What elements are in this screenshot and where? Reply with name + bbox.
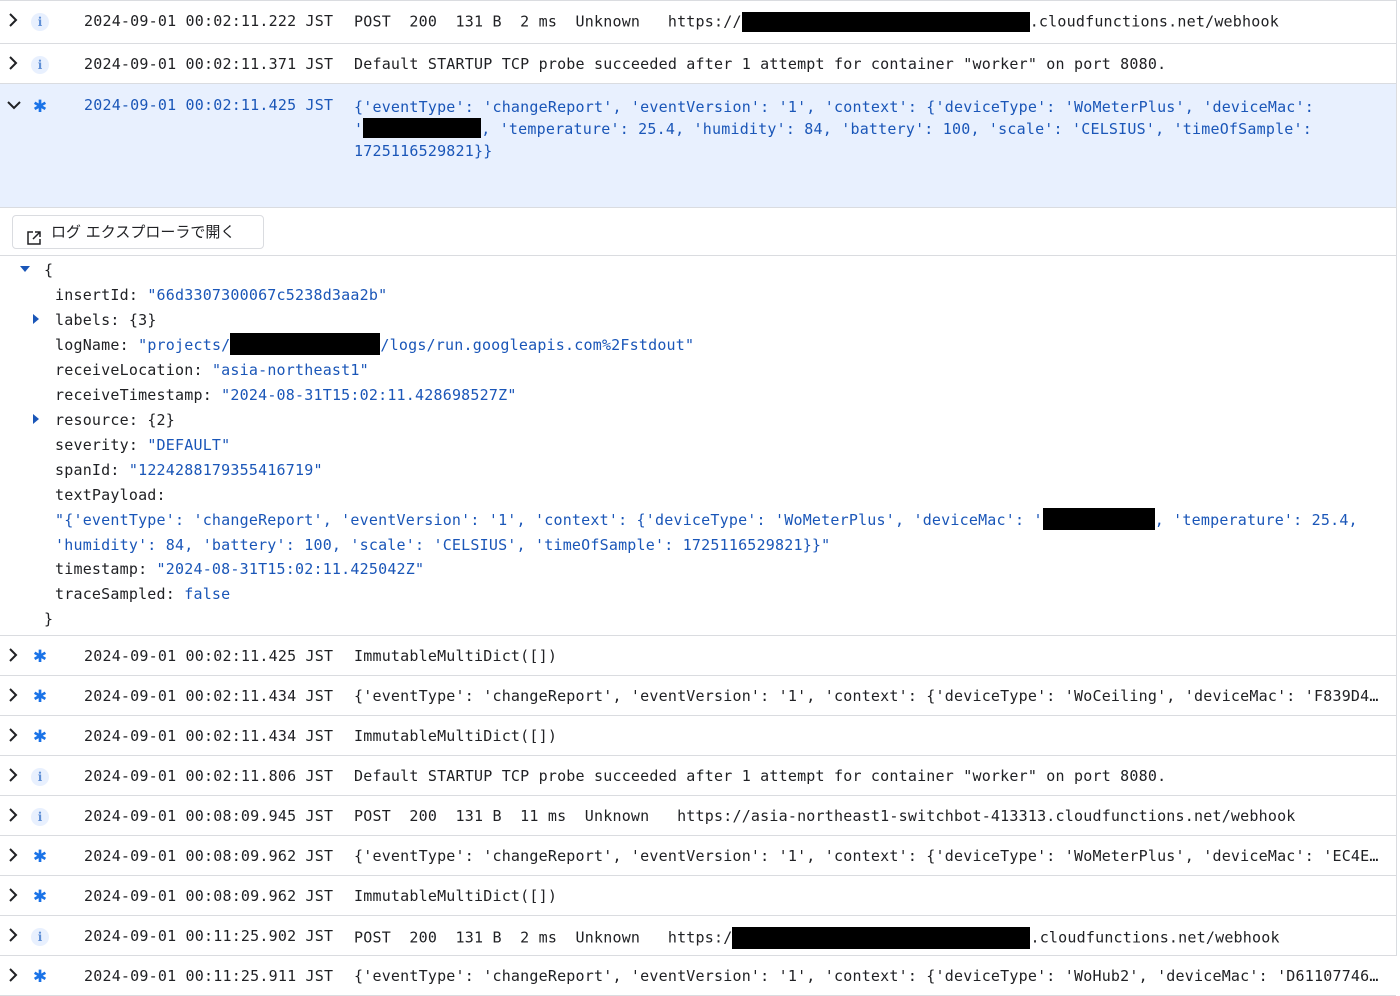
json-field-spanId: spanId: "1224288179355416719": [55, 461, 323, 479]
log-summary: Default STARTUP TCP probe succeeded afte…: [354, 55, 1167, 73]
log-summary: ImmutableMultiDict([]): [354, 727, 558, 745]
log-row[interactable]: i 2024-09-01 00:02:11.222 JST POST 200 1…: [0, 0, 1396, 44]
log-row[interactable]: ✱ 2024-09-01 00:08:09.962 JST ImmutableM…: [0, 876, 1396, 916]
log-timestamp: 2024-09-01 00:02:11.806 JST: [84, 767, 334, 785]
log-timestamp: 2024-09-01 00:11:25.902 JST: [84, 927, 334, 945]
open-in-new-icon: [27, 224, 41, 256]
expand-caret-icon[interactable]: [33, 414, 39, 424]
log-row[interactable]: i 2024-09-01 00:02:11.371 JST Default ST…: [0, 44, 1396, 84]
chevron-down-icon[interactable]: [7, 98, 21, 116]
json-close-brace: }: [44, 610, 54, 628]
log-summary: {'eventType': 'changeReport', 'eventVers…: [354, 847, 1384, 865]
default-severity-icon: ✱: [32, 847, 48, 867]
json-field-logName: logName: "projects//logs/run.googleapis.…: [55, 332, 694, 356]
redaction-bar: [1042, 507, 1155, 530]
json-field-resource[interactable]: resource: {2}: [55, 409, 175, 431]
collapse-caret-icon[interactable]: [20, 266, 30, 272]
log-viewer: i 2024-09-01 00:02:11.222 JST POST 200 1…: [0, 0, 1397, 996]
info-severity-icon: i: [31, 56, 51, 76]
info-severity-icon: i: [31, 928, 51, 948]
log-summary: ImmutableMultiDict([]): [354, 647, 558, 665]
log-summary: {'eventType': 'changeReport', 'eventVers…: [354, 98, 1314, 160]
json-field-receiveTimestamp: receiveTimestamp: "2024-08-31T15:02:11.4…: [55, 386, 517, 404]
log-summary: POST 200 131 B 2 ms Unknown https:/.clou…: [354, 927, 1384, 949]
log-row[interactable]: i 2024-09-01 00:08:09.945 JST POST 200 1…: [0, 796, 1396, 836]
open-in-logs-explorer-label: ログ エクスプローラで開く: [51, 223, 236, 241]
log-summary: POST 200 131 B 2 ms Unknown https://.clo…: [354, 12, 1384, 32]
log-summary: ImmutableMultiDict([]): [354, 887, 558, 905]
json-field-labels[interactable]: labels: {3}: [55, 309, 157, 331]
log-summary: Default STARTUP TCP probe succeeded afte…: [354, 767, 1167, 785]
log-row[interactable]: ✱ 2024-09-01 00:11:25.911 JST {'eventTyp…: [0, 956, 1396, 996]
json-field-textPayload-line2: 'humidity': 84, 'battery': 100, 'scale':…: [55, 536, 831, 554]
log-timestamp: 2024-09-01 00:02:11.434 JST: [84, 727, 334, 745]
info-severity-icon: i: [31, 768, 51, 788]
chevron-right-icon[interactable]: [6, 808, 22, 824]
chevron-right-icon[interactable]: [6, 768, 22, 784]
json-field-traceSampled: traceSampled: false: [55, 585, 231, 603]
default-severity-icon: ✱: [32, 647, 48, 667]
json-payload-viewer: { insertId: "66d3307300067c5238d3aa2b" l…: [0, 256, 1396, 636]
info-severity-icon: i: [31, 808, 51, 828]
json-field-textPayload-key: textPayload:: [55, 486, 166, 504]
log-row-expanded[interactable]: ✱ 2024-09-01 00:02:11.425 JST {'eventTyp…: [0, 84, 1396, 208]
log-row[interactable]: ✱ 2024-09-01 00:02:11.425 JST ImmutableM…: [0, 636, 1396, 676]
json-field-textPayload-line1: "{'eventType': 'changeReport', 'eventVer…: [55, 507, 1358, 531]
log-row[interactable]: i 2024-09-01 00:02:11.806 JST Default ST…: [0, 756, 1396, 796]
default-severity-icon: ✱: [32, 967, 48, 987]
redaction-bar: [732, 927, 1031, 949]
chevron-right-icon[interactable]: [6, 688, 22, 704]
log-row[interactable]: ✱ 2024-09-01 00:02:11.434 JST {'eventTyp…: [0, 676, 1396, 716]
log-row[interactable]: ✱ 2024-09-01 00:02:11.434 JST ImmutableM…: [0, 716, 1396, 756]
json-field-insertId: insertId: "66d3307300067c5238d3aa2b": [55, 286, 388, 304]
chevron-right-icon[interactable]: [6, 888, 22, 904]
default-severity-icon: ✱: [32, 97, 48, 117]
log-summary: POST 200 131 B 11 ms Unknown https://asi…: [354, 807, 1296, 825]
info-severity-icon: i: [31, 13, 51, 33]
log-summary: {'eventType': 'changeReport', 'eventVers…: [354, 967, 1384, 985]
log-timestamp: 2024-09-01 00:11:25.911 JST: [84, 967, 334, 985]
log-row[interactable]: i 2024-09-01 00:11:25.902 JST POST 200 1…: [0, 916, 1396, 956]
log-timestamp: 2024-09-01 00:02:11.222 JST: [84, 12, 334, 30]
chevron-right-icon[interactable]: [6, 56, 22, 72]
json-field-timestamp: timestamp: "2024-08-31T15:02:11.425042Z": [55, 560, 425, 578]
redaction-bar: [363, 117, 482, 138]
chevron-right-icon[interactable]: [6, 728, 22, 744]
log-timestamp: 2024-09-01 00:08:09.962 JST: [84, 847, 334, 865]
expanded-toolbar: ログ エクスプローラで開く: [0, 208, 1396, 256]
default-severity-icon: ✱: [32, 727, 48, 747]
log-timestamp: 2024-09-01 00:02:11.434 JST: [84, 687, 334, 705]
log-timestamp: 2024-09-01 00:08:09.945 JST: [84, 807, 334, 825]
chevron-right-icon[interactable]: [6, 968, 22, 984]
default-severity-icon: ✱: [32, 687, 48, 707]
default-severity-icon: ✱: [32, 887, 48, 907]
log-timestamp: 2024-09-01 00:02:11.425 JST: [84, 96, 334, 114]
log-timestamp: 2024-09-01 00:08:09.962 JST: [84, 887, 334, 905]
log-timestamp: 2024-09-01 00:02:11.371 JST: [84, 55, 334, 73]
expand-caret-icon[interactable]: [33, 314, 39, 324]
chevron-right-icon[interactable]: [6, 13, 22, 29]
chevron-right-icon[interactable]: [6, 928, 22, 944]
redaction-bar: [741, 12, 1030, 32]
redaction-bar: [230, 332, 381, 355]
log-timestamp: 2024-09-01 00:02:11.425 JST: [84, 647, 334, 665]
chevron-right-icon[interactable]: [6, 648, 22, 664]
log-summary: {'eventType': 'changeReport', 'eventVers…: [354, 687, 1384, 705]
open-in-logs-explorer-button[interactable]: ログ エクスプローラで開く: [12, 215, 264, 249]
chevron-right-icon[interactable]: [6, 848, 22, 864]
json-field-receiveLocation: receiveLocation: "asia-northeast1": [55, 361, 369, 379]
log-row[interactable]: ✱ 2024-09-01 00:08:09.962 JST {'eventTyp…: [0, 836, 1396, 876]
json-field-severity: severity: "DEFAULT": [55, 436, 231, 454]
json-open-brace: {: [44, 261, 54, 279]
